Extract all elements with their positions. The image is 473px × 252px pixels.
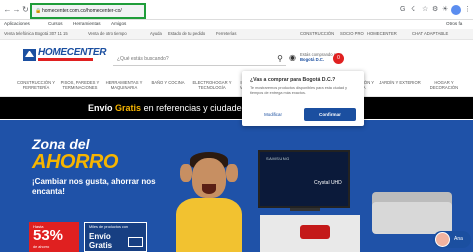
- util-link-chat[interactable]: CHAT ADAPTABLE: [412, 31, 448, 37]
- location-pin-icon: ◉: [289, 53, 296, 62]
- logo[interactable]: HOMECENTER: [23, 47, 106, 63]
- browser-chrome: ← → ↻ 🔒 homecenter.com.co/homecenter-co/…: [0, 0, 473, 28]
- forward-icon[interactable]: →: [12, 5, 21, 14]
- util-link-order[interactable]: Estado de tu pedido: [168, 31, 205, 37]
- shipping-small: Miles de productos con: [89, 225, 129, 229]
- util-link-socio[interactable]: SOCIO PRO: [340, 31, 364, 37]
- popup-body: Te mostraremos productos disponibles par…: [250, 86, 348, 95]
- truck-icon: [128, 237, 143, 247]
- translate-icon[interactable]: G: [400, 6, 405, 14]
- category-item[interactable]: CONSTRUCCIÓN Y FERRETERÍA: [14, 80, 58, 90]
- brand-name: HOMECENTER: [38, 47, 107, 58]
- hero-tagline: ¡Cambiar nos gusta, ahorrar nos encanta!: [32, 177, 156, 196]
- share-icon[interactable]: ☇: [411, 6, 415, 14]
- bookmark-other[interactable]: Otros fa: [446, 20, 462, 28]
- extensions-icon[interactable]: ⚙: [432, 6, 438, 14]
- chat-label: Ana: [454, 236, 463, 242]
- tv-label: Crystal UHD: [314, 180, 342, 186]
- offer-value: 53%: [33, 227, 64, 244]
- category-item[interactable]: HERRAMIENTAS Y MAQUINARIA: [102, 80, 146, 90]
- tv-brand: SAMSUNG: [266, 156, 290, 161]
- address-bar[interactable]: 🔒 homecenter.com.co/homecenter-co/: [30, 3, 146, 19]
- bookmarks-bar: Aplicaciones Cursos Herramientas Amigos …: [0, 20, 473, 28]
- puzzle-icon[interactable]: ☀: [442, 6, 448, 14]
- search-input[interactable]: ¿Qué estás buscando? ⚲: [113, 52, 286, 66]
- promo-highlight: Gratis: [115, 103, 142, 113]
- offer-badge: Hasta 53% de ahorro: [29, 222, 79, 252]
- promo-bar[interactable]: Envío Gratis en referencias y ciudades s…: [0, 97, 473, 119]
- search-icon[interactable]: ⚲: [277, 52, 283, 66]
- person-mouth: [202, 184, 216, 194]
- bookmark-apps[interactable]: Aplicaciones: [4, 20, 30, 28]
- category-item[interactable]: PISOS, PAREDES Y TERMINACIONES: [58, 80, 102, 90]
- lock-icon: 🔒: [35, 8, 42, 14]
- util-link-help[interactable]: Ayuda: [150, 31, 162, 37]
- promo-prefix: Envío: [88, 103, 113, 113]
- cart-badge[interactable]: 0: [333, 53, 344, 64]
- confirm-button[interactable]: Confirmar: [304, 108, 356, 121]
- util-link-construccion[interactable]: CONSTRUCCIÓN: [300, 31, 334, 37]
- browser-toolbar: ← → ↻ 🔒 homecenter.com.co/homecenter-co/…: [0, 0, 473, 20]
- shipping-badge: Miles de productos con Envío Gratis: [84, 222, 147, 252]
- offer-suffix: de ahorro: [33, 245, 50, 249]
- category-nav: CONSTRUCCIÓN Y FERRETERÍA PISOS, PAREDES…: [0, 75, 473, 97]
- sofa-image: [372, 202, 452, 234]
- person-shirt: [176, 198, 242, 252]
- utility-bar: Venta telefónica Bogotá 307 11 15 Venta …: [0, 29, 473, 40]
- category-item[interactable]: BAÑO Y COCINA: [146, 80, 190, 85]
- site-header: HOMECENTER ¿Qué estás buscando? ⚲ ◉ Está…: [0, 40, 473, 75]
- reload-icon[interactable]: ↻: [21, 5, 30, 14]
- modify-button[interactable]: Modificar: [252, 109, 294, 120]
- drill-image: [300, 225, 330, 239]
- page: ← → ↻ 🔒 homecenter.com.co/homecenter-co/…: [0, 0, 473, 252]
- hero-line1: Zona del: [32, 136, 90, 152]
- category-item[interactable]: ELECTROHOGAR Y TECNOLOGÍA: [190, 80, 234, 90]
- hero-person-image: [170, 150, 250, 252]
- shipping-big: Envío Gratis: [89, 232, 113, 250]
- logo-house-icon: [23, 49, 36, 61]
- bookmark-amigos[interactable]: Amigos: [111, 20, 126, 28]
- bookmark-herramientas[interactable]: Herramientas: [73, 20, 101, 28]
- person-hand-left: [180, 164, 192, 182]
- util-link-homecenter[interactable]: HOMECENTER: [367, 31, 397, 37]
- util-link-store[interactable]: Venta de otro tiempo: [88, 31, 127, 37]
- logo-underline: [38, 58, 93, 61]
- url-text: homecenter.com.co/homecenter-co/: [42, 8, 122, 14]
- bookmark-cursos[interactable]: Cursos: [48, 20, 63, 28]
- hero-line2: AHORRO: [32, 151, 118, 173]
- chat-avatar-icon: [435, 232, 450, 247]
- category-item[interactable]: JARDÍN Y EXTERIOR: [378, 80, 422, 85]
- location-popup: ¿Vas a comprar para Bogotá D.C.? Te most…: [242, 71, 364, 126]
- search-placeholder: ¿Qué estás buscando?: [117, 56, 169, 62]
- menu-icon[interactable]: ⋮: [464, 6, 471, 14]
- hero-banner[interactable]: Zona del AHORRO ¡Cambiar nos gusta, ahor…: [0, 120, 473, 252]
- util-link-phone[interactable]: Venta telefónica Bogotá 307 11 15: [4, 31, 68, 37]
- profile-avatar[interactable]: [451, 5, 461, 15]
- tv-stand: [290, 208, 320, 211]
- popup-title: ¿Vas a comprar para Bogotá D.C.?: [250, 77, 336, 83]
- person-hand-right: [226, 164, 238, 182]
- back-icon[interactable]: ←: [3, 5, 12, 14]
- star-icon[interactable]: ☆: [422, 6, 428, 14]
- category-item[interactable]: HOGAR Y DECORACIÓN: [422, 80, 466, 90]
- tv-image: SAMSUNG Crystal UHD: [258, 150, 350, 208]
- util-link-stores[interactable]: Ferreterías: [216, 31, 236, 37]
